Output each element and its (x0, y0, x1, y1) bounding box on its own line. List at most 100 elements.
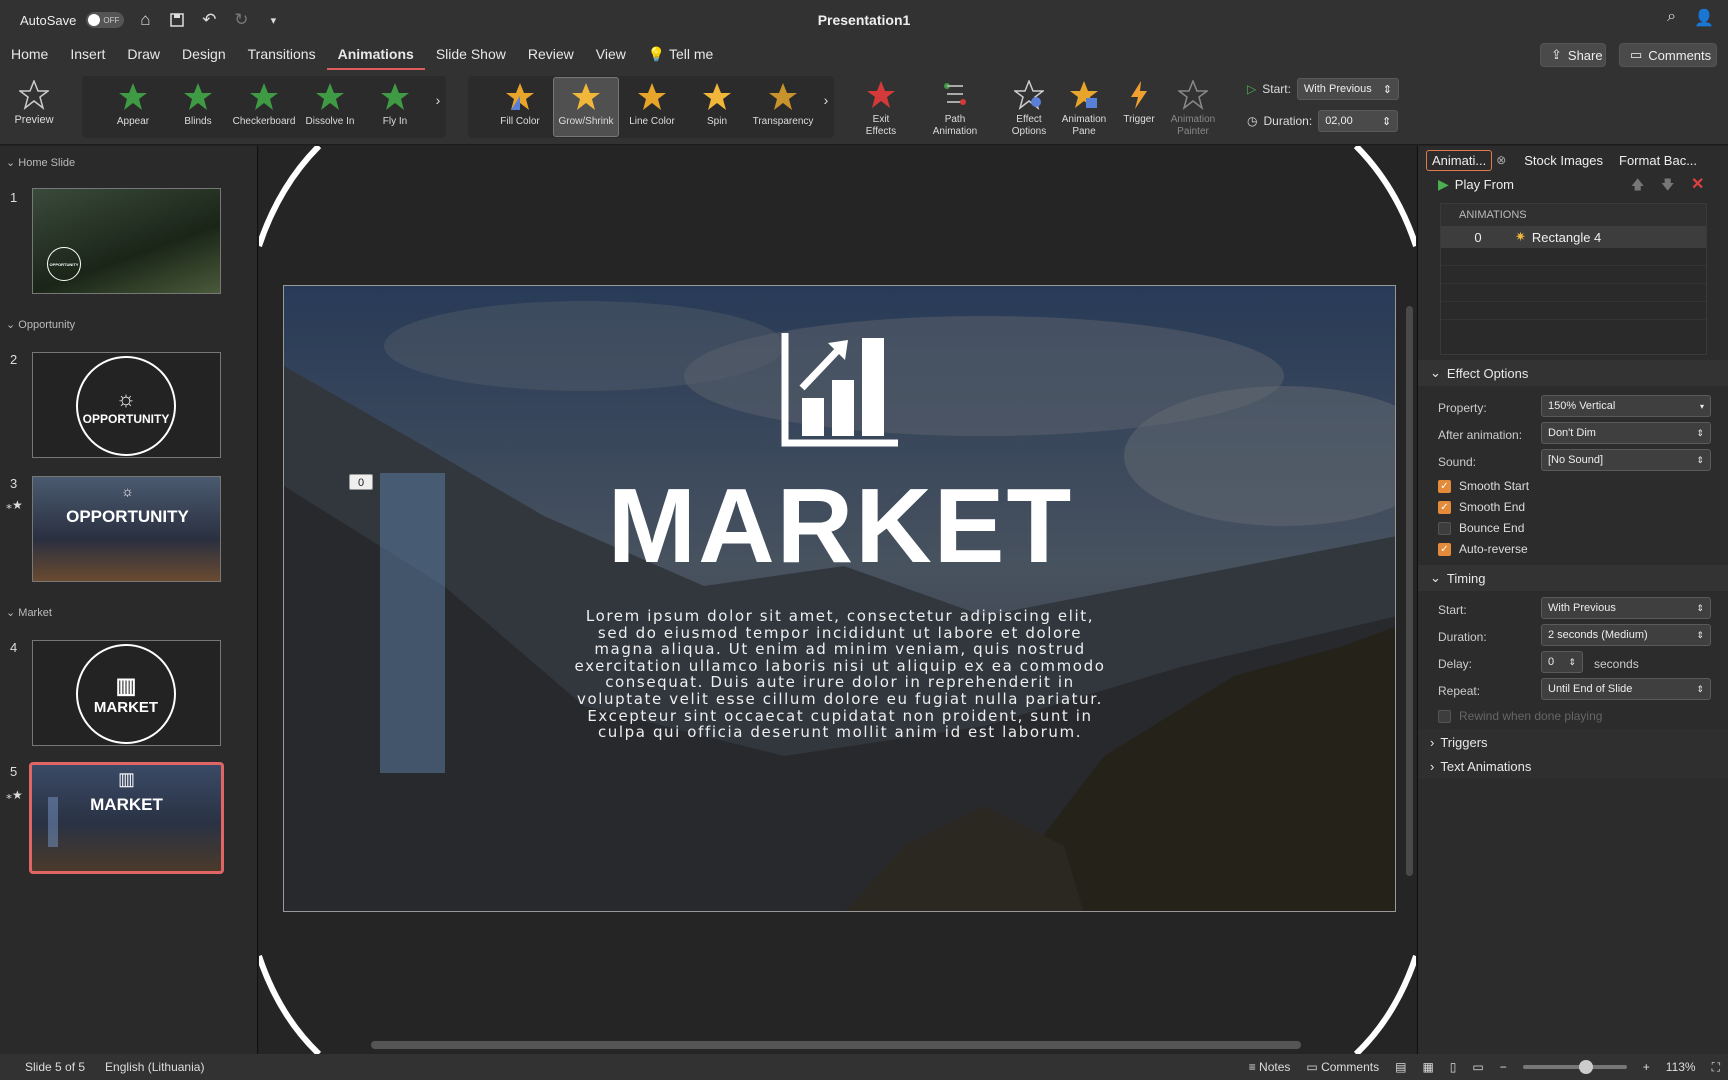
tell-me[interactable]: 💡 Tell me (637, 40, 724, 70)
effect-blinds[interactable]: Blinds (173, 78, 223, 128)
sound-select[interactable]: [No Sound] ⇕ (1541, 449, 1711, 471)
search-icon[interactable]: ⌕ (1667, 8, 1676, 28)
slideshow-icon[interactable]: ▭ (1472, 1060, 1483, 1074)
horizontal-scrollbar[interactable] (371, 1041, 1301, 1049)
move-up-icon[interactable]: 🡅 (1631, 176, 1644, 198)
timing-section[interactable]: ⌄ Timing (1418, 565, 1728, 591)
auto-reverse-checkbox[interactable]: ✓ Auto-reverse (1438, 542, 1528, 557)
rewind-checkbox[interactable]: Rewind when done playing (1438, 709, 1602, 724)
account-icon[interactable]: 👤 (1694, 8, 1714, 28)
remove-icon[interactable]: ✕ (1691, 174, 1704, 194)
preview-button[interactable]: Preview (10, 76, 58, 126)
language[interactable]: English (Lithuania) (105, 1060, 204, 1074)
tab-home[interactable]: Home (0, 40, 59, 70)
effect-spin[interactable]: Spin (692, 78, 742, 128)
tab-format-background[interactable]: Format Bac... (1613, 153, 1707, 168)
tab-transitions[interactable]: Transitions (237, 40, 327, 70)
trigger-button[interactable]: Trigger (1114, 76, 1164, 126)
tab-insert[interactable]: Insert (59, 40, 116, 70)
effect-options-section[interactable]: ⌄ Effect Options (1418, 360, 1728, 386)
effect-options-button[interactable]: Effect Options (1004, 76, 1054, 138)
ribbon-duration-input[interactable]: 02,00 ⇕ (1318, 110, 1399, 132)
slide-thumb-2[interactable]: ☼ OPPORTUNITY (32, 352, 221, 458)
effect-transparency[interactable]: Transparency (750, 78, 816, 128)
effect-line-color[interactable]: Line Color (624, 78, 680, 128)
path-animation-icon (941, 76, 969, 114)
thumb-label: OPPORTUNITY (82, 412, 170, 426)
transparency-label: Transparency (752, 116, 814, 127)
animation-painter-button[interactable]: Animation Painter (1164, 76, 1222, 138)
property-select[interactable]: 150% Vertical ▾ (1541, 395, 1711, 417)
zoom-in-icon[interactable]: + (1643, 1060, 1650, 1074)
after-animation-select[interactable]: Don't Dim ⇕ (1541, 422, 1711, 444)
zoom-slider[interactable] (1522, 1060, 1627, 1074)
close-icon[interactable]: ⊗ (1496, 153, 1506, 167)
zoom-out-icon[interactable]: − (1500, 1060, 1507, 1074)
path-animation-button[interactable]: Path Animation (922, 76, 988, 138)
slide-canvas[interactable]: 0 MARKET Lorem ipsum dolor sit amet, con… (283, 285, 1396, 912)
tab-draw[interactable]: Draw (116, 40, 171, 70)
emphasis-more-icon[interactable]: › (820, 93, 832, 107)
normal-view-icon[interactable]: ▤ (1395, 1060, 1406, 1074)
chevron-down-icon: ▾ (1699, 401, 1704, 411)
zoom-thumb[interactable] (1578, 1060, 1593, 1074)
animation-pane-label: Animation Pane (1061, 114, 1107, 137)
slide-thumb-5[interactable]: ▥ MARKET (29, 762, 224, 874)
share-button[interactable]: ⇪ Share (1540, 43, 1606, 67)
fit-to-window-icon[interactable]: ⛶ (1712, 1060, 1720, 1075)
smooth-start-checkbox[interactable]: ✓ Smooth Start (1438, 479, 1529, 494)
entrance-more-icon[interactable]: › (432, 93, 444, 107)
timing-duration-value: 2 seconds (Medium) (1548, 629, 1648, 641)
status-comments-button[interactable]: ▭ Comments (1306, 1060, 1379, 1074)
bounce-end-checkbox[interactable]: Bounce End (1438, 521, 1524, 536)
animation-item[interactable]: 0 ✷ Rectangle 4 (1441, 226, 1706, 248)
slide-thumb-3[interactable]: ☼ OPPORTUNITY (32, 476, 221, 582)
section-home-slide[interactable]: ⌄ Home Slide (6, 156, 75, 169)
section-opportunity[interactable]: ⌄ Opportunity (6, 318, 75, 331)
play-from-button[interactable]: ▶ Play From (1438, 176, 1514, 193)
slide-thumb-1[interactable]: OPPORTUNITY (32, 188, 221, 294)
move-down-icon[interactable]: 🡇 (1661, 176, 1674, 198)
slide-body-text[interactable]: Lorem ipsum dolor sit amet, consectetur … (572, 608, 1108, 741)
triggers-section[interactable]: › Triggers (1418, 729, 1728, 755)
animation-pane-button[interactable]: Animation Pane (1056, 76, 1112, 138)
exit-effects-button[interactable]: Exit Effects (856, 76, 906, 138)
slide-title[interactable]: MARKET (284, 466, 1395, 587)
play-icon: ▶ (1438, 176, 1449, 192)
comments-button[interactable]: ▭ Comments (1619, 43, 1717, 67)
effect-checkerboard[interactable]: Checkerboard (228, 78, 300, 128)
zoom-level[interactable]: 113% (1666, 1060, 1696, 1074)
timing-duration-select[interactable]: 2 seconds (Medium) ⇕ (1541, 624, 1711, 646)
effect-fill-color[interactable]: Fill Color (494, 78, 546, 128)
tab-stock-images[interactable]: Stock Images (1514, 153, 1613, 168)
tab-animations[interactable]: Animations (326, 40, 425, 70)
repeat-select[interactable]: Until End of Slide ⇕ (1541, 678, 1711, 700)
effect-appear[interactable]: Appear (108, 78, 158, 128)
lightbulb-icon: 💡 (647, 46, 666, 62)
tab-view[interactable]: View (585, 40, 637, 70)
tab-animation-pane[interactable]: Animati... (1426, 149, 1493, 171)
slide-thumb-4[interactable]: ▥ MARKET (32, 640, 221, 746)
stepper-icon: ⇕ (1696, 629, 1704, 640)
tab-review[interactable]: Review (517, 40, 585, 70)
notes-button[interactable]: ≡ Notes (1249, 1060, 1291, 1074)
reading-view-icon[interactable]: ▯ (1450, 1060, 1457, 1074)
ribbon-start-select[interactable]: With Previous ⇕ (1296, 78, 1399, 100)
slide-sorter-icon[interactable]: ▦ (1422, 1060, 1433, 1074)
delay-input[interactable]: 0 ⇕ (1541, 651, 1583, 673)
timing-start-select[interactable]: With Previous ⇕ (1541, 597, 1711, 619)
text-animations-section[interactable]: › Text Animations (1418, 753, 1728, 779)
effect-dissolve-in[interactable]: Dissolve In (300, 78, 360, 128)
effect-grow-shrink[interactable]: Grow/Shrink (553, 77, 619, 137)
section-market[interactable]: ⌄ Market (6, 606, 52, 619)
spin-star-icon (703, 83, 731, 110)
notes-label: Notes (1259, 1060, 1291, 1074)
exit-effects-label: Exit Effects (865, 114, 897, 137)
vertical-scrollbar[interactable] (1406, 306, 1413, 876)
check-icon: ✓ (1438, 501, 1451, 515)
slide-number: 2 (10, 352, 18, 367)
tab-slide-show[interactable]: Slide Show (425, 40, 517, 70)
effect-fly-in[interactable]: Fly In (370, 78, 420, 128)
tab-design[interactable]: Design (171, 40, 237, 70)
smooth-end-checkbox[interactable]: ✓ Smooth End (1438, 500, 1525, 515)
